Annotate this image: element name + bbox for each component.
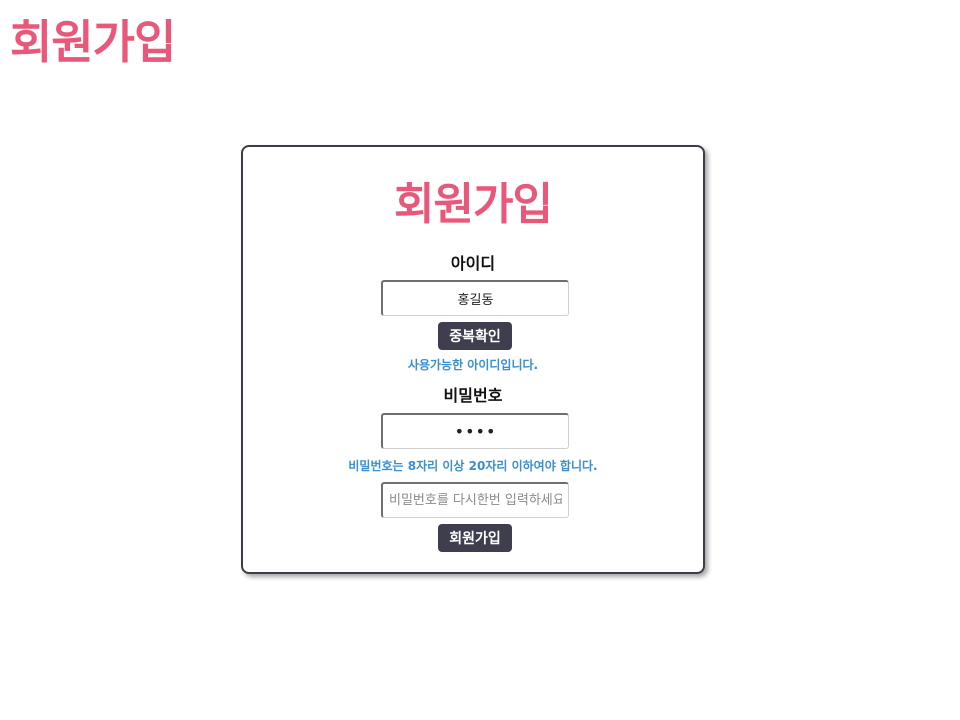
id-label: 아이디 [450,254,496,273]
signup-submit-button[interactable]: 회원가입 [438,524,512,552]
signup-form-title: 회원가입 [394,179,553,230]
id-available-message: 사용가능한 아이디입니다. [407,358,539,372]
id-input[interactable] [381,280,569,316]
password-confirm-input[interactable] [381,482,569,518]
page-header-title: 회원가입 [10,15,176,69]
duplicate-check-button[interactable]: 중복확인 [438,322,512,350]
password-input[interactable] [381,413,569,449]
password-rule-message: 비밀번호는 8자리 이상 20자리 이하여야 합니다. [348,459,598,473]
signup-card: 회원가입 아이디 중복확인 사용가능한 아이디입니다. 비밀번호 비밀번호는 8… [241,145,705,574]
password-label: 비밀번호 [443,386,503,405]
